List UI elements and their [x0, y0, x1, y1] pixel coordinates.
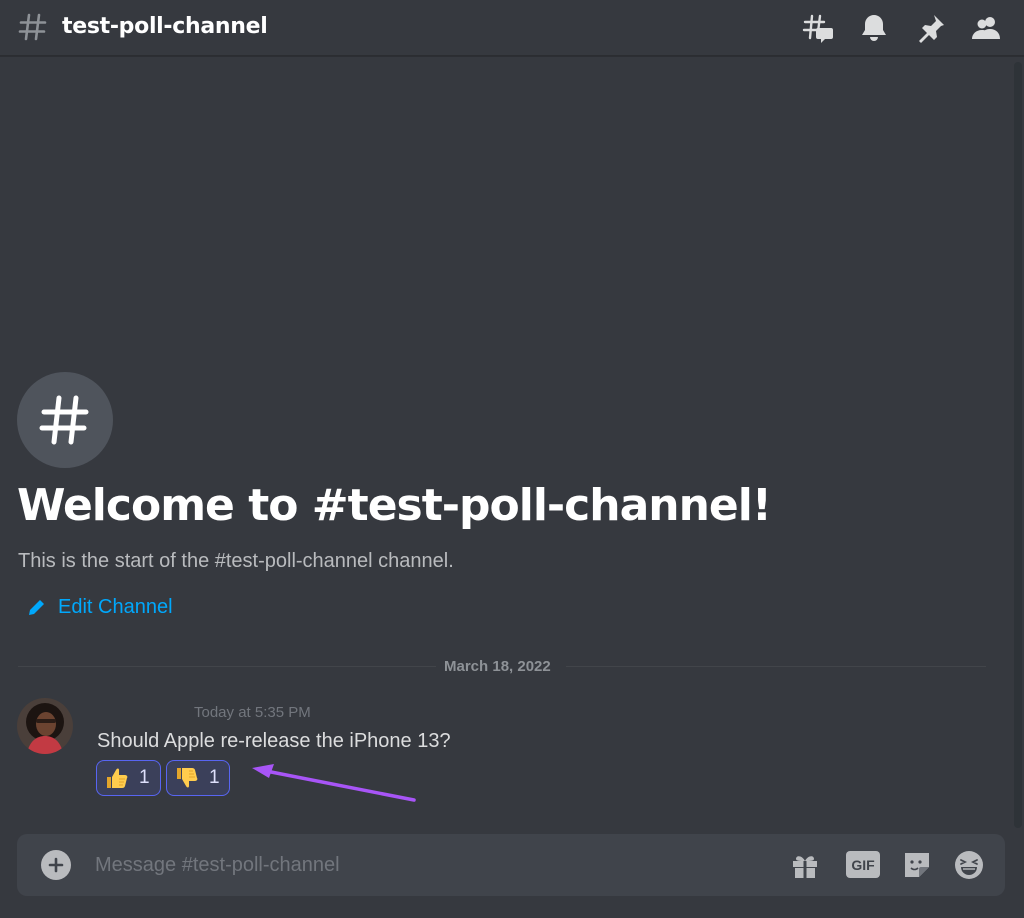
notification-bell-icon[interactable] — [858, 12, 890, 44]
gif-button[interactable]: GIF — [846, 851, 880, 878]
date-divider: March 18, 2022 — [444, 658, 551, 675]
threads-icon[interactable] — [802, 12, 834, 44]
welcome-title: Welcome to #test-poll-channel! — [17, 480, 772, 531]
pencil-icon — [29, 599, 44, 615]
message-timestamp: Today at 5:35 PM — [194, 704, 311, 721]
channel-header: test-poll-channel — [0, 0, 1024, 56]
reaction-thumbs-up[interactable]: 1 — [96, 760, 161, 796]
reaction-count: 1 — [209, 767, 220, 788]
gif-icon: GIF — [851, 856, 875, 873]
user-avatar-image — [17, 698, 73, 754]
reaction-count: 1 — [139, 767, 150, 788]
avatar[interactable] — [17, 698, 73, 754]
thumbs-up-icon — [107, 768, 128, 788]
divider-line-right — [566, 666, 986, 667]
chat-scrollbar[interactable] — [1014, 62, 1022, 828]
pinned-messages-icon[interactable] — [915, 12, 947, 44]
member-list-icon[interactable] — [970, 12, 1002, 44]
welcome-subtitle: This is the start of the #test-poll-chan… — [18, 550, 454, 572]
add-attachment-button[interactable] — [41, 850, 71, 880]
edit-channel-label: Edit Channel — [58, 596, 173, 618]
annotation-arrow — [252, 764, 416, 802]
sticker-icon[interactable] — [901, 849, 933, 881]
emoji-icon[interactable] — [953, 849, 985, 881]
channel-welcome-icon — [17, 372, 113, 468]
hash-icon — [39, 395, 89, 445]
edit-channel-link[interactable]: Edit Channel — [26, 596, 173, 619]
message-input[interactable] — [95, 848, 755, 882]
message-content: Should Apple re-release the iPhone 13? — [97, 730, 451, 752]
message-composer: GIF — [17, 834, 1005, 896]
channel-title: test-poll-channel — [62, 14, 268, 39]
thumbs-down-icon — [177, 768, 198, 788]
plus-icon — [48, 857, 64, 873]
reaction-thumbs-down[interactable]: 1 — [166, 760, 230, 796]
channel-hash-icon — [18, 13, 47, 41]
divider-line-left — [18, 666, 436, 667]
gift-icon[interactable] — [789, 849, 821, 881]
